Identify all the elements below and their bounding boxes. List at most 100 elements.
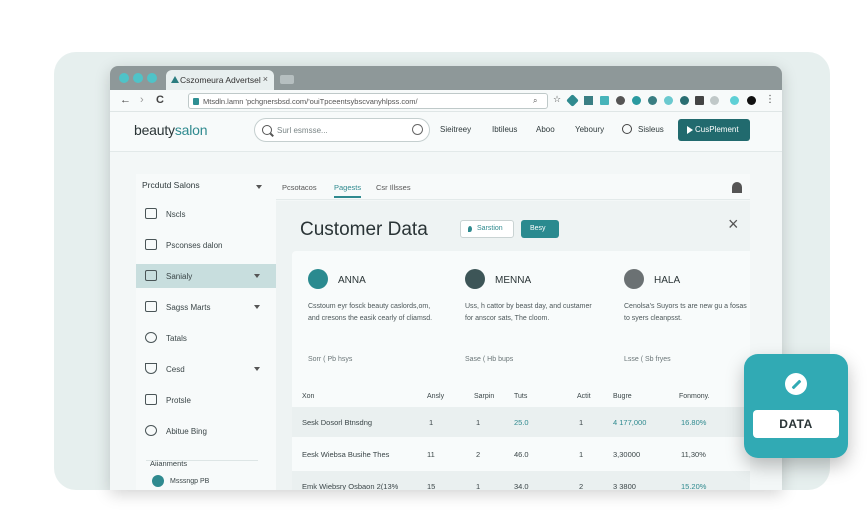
table-row[interactable]: Sesk Dosorl Btnsdng 1 1 25.0 1 4 177,000… bbox=[292, 407, 750, 437]
page-title: Customer Data bbox=[300, 219, 428, 240]
profile-icon[interactable] bbox=[730, 96, 739, 105]
address-bar-row: ← › C Mtsdln.lamn 'pchgnersbsd.com/'ouiT… bbox=[110, 90, 782, 112]
tab-0[interactable]: Pcsotacos bbox=[282, 183, 317, 192]
sidebar-item-7[interactable]: Abitue Bing bbox=[136, 419, 276, 443]
table-header[interactable]: Tuts bbox=[514, 393, 527, 400]
table-cell: 3,30000 bbox=[613, 450, 641, 459]
sidebar-item-0[interactable]: Nscls bbox=[136, 202, 276, 226]
extension-triangle-icon[interactable] bbox=[584, 96, 593, 105]
table-cell: 3 3800 bbox=[613, 482, 636, 490]
extension-grid-icon[interactable] bbox=[616, 96, 625, 105]
table-header[interactable]: Bugre bbox=[613, 393, 632, 400]
table-row[interactable]: Eesk Wiebsa Busihe Thes 11 2 46.0 1 3,30… bbox=[292, 439, 750, 469]
browser-tab[interactable]: Cszomeura Advertsel × bbox=[166, 70, 274, 90]
sidebar-item-label: Psconses dalon bbox=[166, 241, 223, 250]
bookmark-star-icon[interactable]: ☆ bbox=[553, 94, 561, 105]
secondary-pill-button[interactable]: Sarstion bbox=[460, 220, 514, 238]
extension-diamond-icon[interactable] bbox=[566, 94, 579, 107]
forward-button[interactable]: › bbox=[140, 94, 144, 106]
extension-dot-icon[interactable] bbox=[710, 96, 719, 105]
cta-button[interactable]: CusPlement bbox=[678, 119, 750, 141]
table-cell: 4 177,000 bbox=[613, 418, 647, 427]
customer-card-anna[interactable]: ANNA Csstoum eyr fosck beauty caslords,o… bbox=[308, 251, 458, 391]
calendar-icon bbox=[145, 301, 157, 312]
browser-titlebar: Cszomeura Advertsel × bbox=[110, 66, 782, 90]
window-close-dot[interactable] bbox=[119, 73, 129, 83]
sidebar-item-2[interactable]: Sanialy bbox=[136, 264, 276, 288]
document-icon bbox=[145, 270, 157, 281]
browser-window: Cszomeura Advertsel × ← › C Mtsdln.lamn … bbox=[110, 66, 782, 490]
data-button[interactable]: DATA bbox=[753, 410, 839, 438]
voice-search-icon[interactable] bbox=[412, 124, 423, 135]
sidebar-item-3[interactable]: Sagss Marts bbox=[136, 295, 276, 319]
new-tab-button[interactable] bbox=[280, 75, 294, 84]
extension-pen-icon[interactable] bbox=[695, 96, 704, 105]
table-row[interactable]: Emk Wiebsry Osbaon 2(13% 15 1 34.0 2 3 3… bbox=[292, 471, 750, 490]
logo-left: beauty bbox=[134, 122, 175, 138]
extension-drop-icon[interactable] bbox=[664, 96, 673, 105]
sidebar-item-6[interactable]: Protsle bbox=[136, 388, 276, 412]
url-input[interactable]: Mtsdln.lamn 'pchgnersbsd.com/'ouiTpceent… bbox=[188, 93, 548, 109]
reload-button[interactable]: C bbox=[156, 94, 164, 106]
tab-close-icon[interactable]: × bbox=[263, 74, 268, 84]
table-header[interactable]: Xon bbox=[302, 393, 314, 400]
customer-name: MENNA bbox=[495, 275, 532, 286]
table-header[interactable]: Ansly bbox=[427, 393, 444, 400]
extension-circle-icon[interactable] bbox=[632, 96, 641, 105]
extension-pie-icon[interactable] bbox=[680, 96, 689, 105]
table-header[interactable]: Fonmony. bbox=[679, 393, 710, 400]
customer-card-menna[interactable]: MENNA Uss, h cattor by beast day, and cu… bbox=[465, 251, 615, 391]
window-maximize-dot[interactable] bbox=[147, 73, 157, 83]
more-menu-icon[interactable]: ⋮ bbox=[765, 94, 775, 105]
table-cell: 2 bbox=[476, 450, 481, 459]
search-icon bbox=[262, 125, 272, 135]
primary-pill-button[interactable]: Besy bbox=[521, 220, 559, 238]
sidebar-item-label: Tatals bbox=[166, 334, 187, 343]
avatar bbox=[465, 269, 485, 289]
url-text: Mtsdln.lamn 'pchgnersbsd.com/'ouiTpceent… bbox=[203, 97, 418, 106]
sidebar-item-label: Protsle bbox=[166, 396, 191, 405]
sidebar-item-5[interactable]: Cesd bbox=[136, 357, 276, 381]
pill-label: Sarstion bbox=[477, 225, 503, 232]
extension-play-icon[interactable] bbox=[648, 96, 657, 105]
nav-item-0[interactable]: Sieitreey bbox=[440, 125, 471, 134]
site-logo[interactable]: beautysalon bbox=[134, 122, 208, 138]
chevron-down-icon[interactable] bbox=[254, 367, 260, 371]
window-minimize-dot[interactable] bbox=[133, 73, 143, 83]
nav-item-1[interactable]: Ibtileus bbox=[492, 125, 517, 134]
extension-square-icon[interactable] bbox=[600, 96, 609, 105]
tab-2[interactable]: Csr Illsses bbox=[376, 183, 411, 192]
table-header[interactable]: Actit bbox=[577, 393, 591, 400]
zoom-icon[interactable]: ⌕ bbox=[533, 96, 537, 106]
play-icon bbox=[687, 126, 693, 134]
search-input[interactable]: Surl esmsse... bbox=[254, 118, 430, 142]
nav-item-3[interactable]: Yeboury bbox=[575, 125, 604, 134]
account-icon[interactable] bbox=[747, 96, 756, 105]
pencil-icon bbox=[785, 373, 807, 395]
close-icon[interactable]: × bbox=[728, 215, 739, 233]
nav-item-2[interactable]: Aboo bbox=[536, 125, 555, 134]
data-badge[interactable]: DATA bbox=[744, 354, 848, 458]
sidebar-item-1[interactable]: Psconses dalon bbox=[136, 233, 276, 257]
main-content: Pcsotacos Pagests Csr Illsses Customer D… bbox=[276, 174, 750, 490]
chevron-down-icon[interactable] bbox=[254, 305, 260, 309]
logo-right: salon bbox=[174, 122, 208, 138]
home-icon bbox=[145, 394, 157, 405]
chevron-down-icon[interactable] bbox=[254, 274, 260, 278]
back-button[interactable]: ← bbox=[120, 94, 131, 106]
table-header[interactable]: Sarpin bbox=[474, 393, 494, 400]
section-sub-item[interactable]: Msssngp PB bbox=[170, 478, 209, 485]
customer-name: ANNA bbox=[338, 275, 366, 286]
customer-cards: ANNA Csstoum eyr fosck beauty caslords,o… bbox=[292, 251, 750, 490]
sidebar-item-4[interactable]: Tatals bbox=[136, 326, 276, 350]
chevron-down-icon[interactable] bbox=[256, 185, 262, 189]
cta-label: CusPlement bbox=[695, 125, 739, 134]
avatar bbox=[152, 475, 164, 487]
sidebar: Prcdutd Salons Nscls Psconses dalon Sani… bbox=[136, 174, 276, 490]
tab-1[interactable]: Pagests bbox=[334, 183, 362, 198]
table-cell: 2 bbox=[579, 482, 584, 490]
user-icon[interactable] bbox=[732, 182, 742, 193]
sidebar-item-label: Sanialy bbox=[166, 272, 193, 281]
nav-item-4[interactable]: Sisleus bbox=[638, 125, 664, 134]
tab-favicon-icon bbox=[171, 76, 179, 83]
